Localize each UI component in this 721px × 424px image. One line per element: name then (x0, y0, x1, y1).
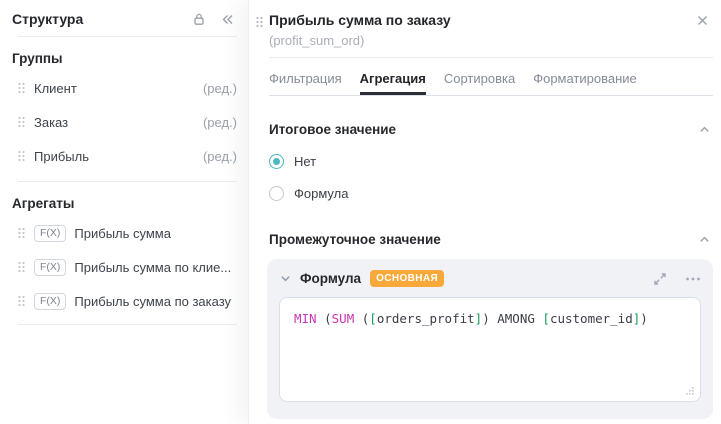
chevron-up-icon[interactable] (698, 233, 711, 246)
formula-badge: F(X) (34, 258, 67, 276)
group-item[interactable]: Прибыль (ред.) (0, 139, 248, 173)
group-item[interactable]: Клиент (ред.) (0, 71, 248, 105)
structure-panel-title: Структура (12, 11, 84, 27)
formula-token: SUM (331, 311, 355, 326)
total-value-heading: Итоговое значение (269, 122, 397, 137)
formula-badge: F(X) (34, 292, 67, 310)
groups-heading: Группы (12, 51, 63, 66)
divider (18, 36, 237, 37)
tab-bar: Фильтрация Агрегация Сортировка Форматирова… (269, 58, 713, 96)
formula-token: ) (640, 311, 648, 326)
divider (18, 324, 237, 325)
divider (18, 181, 237, 182)
formula-card-header: Формула ОСНОВНАЯ (279, 270, 701, 287)
edit-link[interactable]: (ред.) (203, 149, 237, 164)
drag-handle-icon[interactable] (18, 261, 25, 273)
panel-header: Прибыль сумма по заказу (profit_sum_ord) (249, 0, 721, 57)
radio-unselected-icon[interactable] (269, 186, 284, 201)
formula-token: MIN (294, 311, 317, 326)
edit-link[interactable]: (ред.) (203, 115, 237, 130)
tab-inactive[interactable]: Фильтрация (269, 71, 342, 95)
formula-token: ) (482, 311, 498, 326)
drag-handle-icon[interactable] (256, 16, 263, 28)
aggregates-heading: Агрегаты (12, 196, 75, 211)
drag-handle-icon[interactable] (18, 116, 25, 128)
drag-handle-icon[interactable] (18, 227, 25, 239)
aggregates-list: F(X) Прибыль сумма F(X) Прибыль сумма по кл… (0, 216, 248, 318)
formula-code: MIN (SUM ([orders_profit]) AMONG [custom… (294, 311, 648, 326)
group-label: Заказ (34, 114, 69, 130)
lock-icon[interactable] (192, 12, 206, 26)
formula-card-title: Формула (300, 271, 362, 286)
drag-handle-icon[interactable] (18, 82, 25, 94)
formula-token: [ (369, 311, 377, 326)
formula-card: Формула ОСНОВНАЯ MIN (SUM ([orders_profi… (267, 259, 713, 419)
panel-subtitle: (profit_sum_ord) (269, 33, 365, 48)
total-value-section-header: Итоговое значение (269, 122, 711, 137)
group-item[interactable]: Заказ (ред.) (0, 105, 248, 139)
drag-handle-icon[interactable] (18, 150, 25, 162)
group-label: Прибыль (34, 148, 89, 164)
formula-token: ( (354, 311, 370, 326)
aggregate-label: Прибыль сумма по заказу (74, 293, 232, 309)
formula-token: customer_id (549, 311, 633, 326)
drag-handle-icon[interactable] (18, 295, 25, 307)
panel-title: Прибыль сумма по заказу (269, 12, 451, 28)
radio-option[interactable]: Нет (269, 154, 721, 169)
aggregate-item[interactable]: F(X) Прибыль сумма по заказу (0, 284, 248, 318)
structure-panel: Структура Группы Клиент (ред.) Заказ (ред.)… (0, 0, 248, 424)
formula-token: AMONG (497, 311, 535, 326)
group-label: Клиент (34, 80, 77, 96)
formula-token: orders_profit (376, 311, 475, 326)
main-badge: ОСНОВНАЯ (370, 270, 445, 287)
aggregate-item[interactable]: F(X) Прибыль сумма по клие... (0, 250, 248, 284)
groups-list: Клиент (ред.) Заказ (ред.) Прибыль (ред.) (0, 71, 248, 173)
radio-label: Нет (294, 154, 317, 169)
aggregate-item[interactable]: F(X) Прибыль сумма (0, 216, 248, 250)
total-value-options: Нет Формула (249, 154, 721, 201)
radio-selected-icon[interactable] (269, 154, 284, 169)
tab-active[interactable]: Агрегация (360, 71, 426, 95)
intermediate-value-heading: Промежуточное значение (269, 232, 441, 247)
structure-panel-header: Структура (0, 0, 248, 36)
tab-inactive[interactable]: Сортировка (444, 71, 515, 95)
formula-badge: F(X) (34, 224, 67, 242)
formula-editor[interactable]: MIN (SUM ([orders_profit]) AMONG [custom… (279, 297, 701, 402)
collapse-panel-icon[interactable] (220, 13, 235, 26)
radio-option[interactable]: Формула (269, 186, 721, 201)
field-settings-panel: Прибыль сумма по заказу (profit_sum_ord)… (248, 0, 721, 424)
intermediate-value-section-header: Промежуточное значение (269, 232, 711, 247)
radio-label: Формула (294, 186, 349, 201)
close-icon[interactable] (696, 14, 709, 27)
chevron-up-icon[interactable] (698, 123, 711, 136)
aggregate-label: Прибыль сумма (74, 225, 171, 241)
formula-token: [ (542, 311, 550, 326)
tab-inactive[interactable]: Форматирование (533, 71, 637, 95)
more-options-icon[interactable] (685, 272, 701, 286)
formula-token: ( (316, 311, 332, 326)
chevron-down-icon[interactable] (279, 272, 292, 285)
expand-icon[interactable] (653, 272, 667, 286)
aggregate-label: Прибыль сумма по клие... (74, 259, 232, 275)
edit-link[interactable]: (ред.) (203, 81, 237, 96)
resize-grip-icon[interactable] (684, 385, 695, 396)
